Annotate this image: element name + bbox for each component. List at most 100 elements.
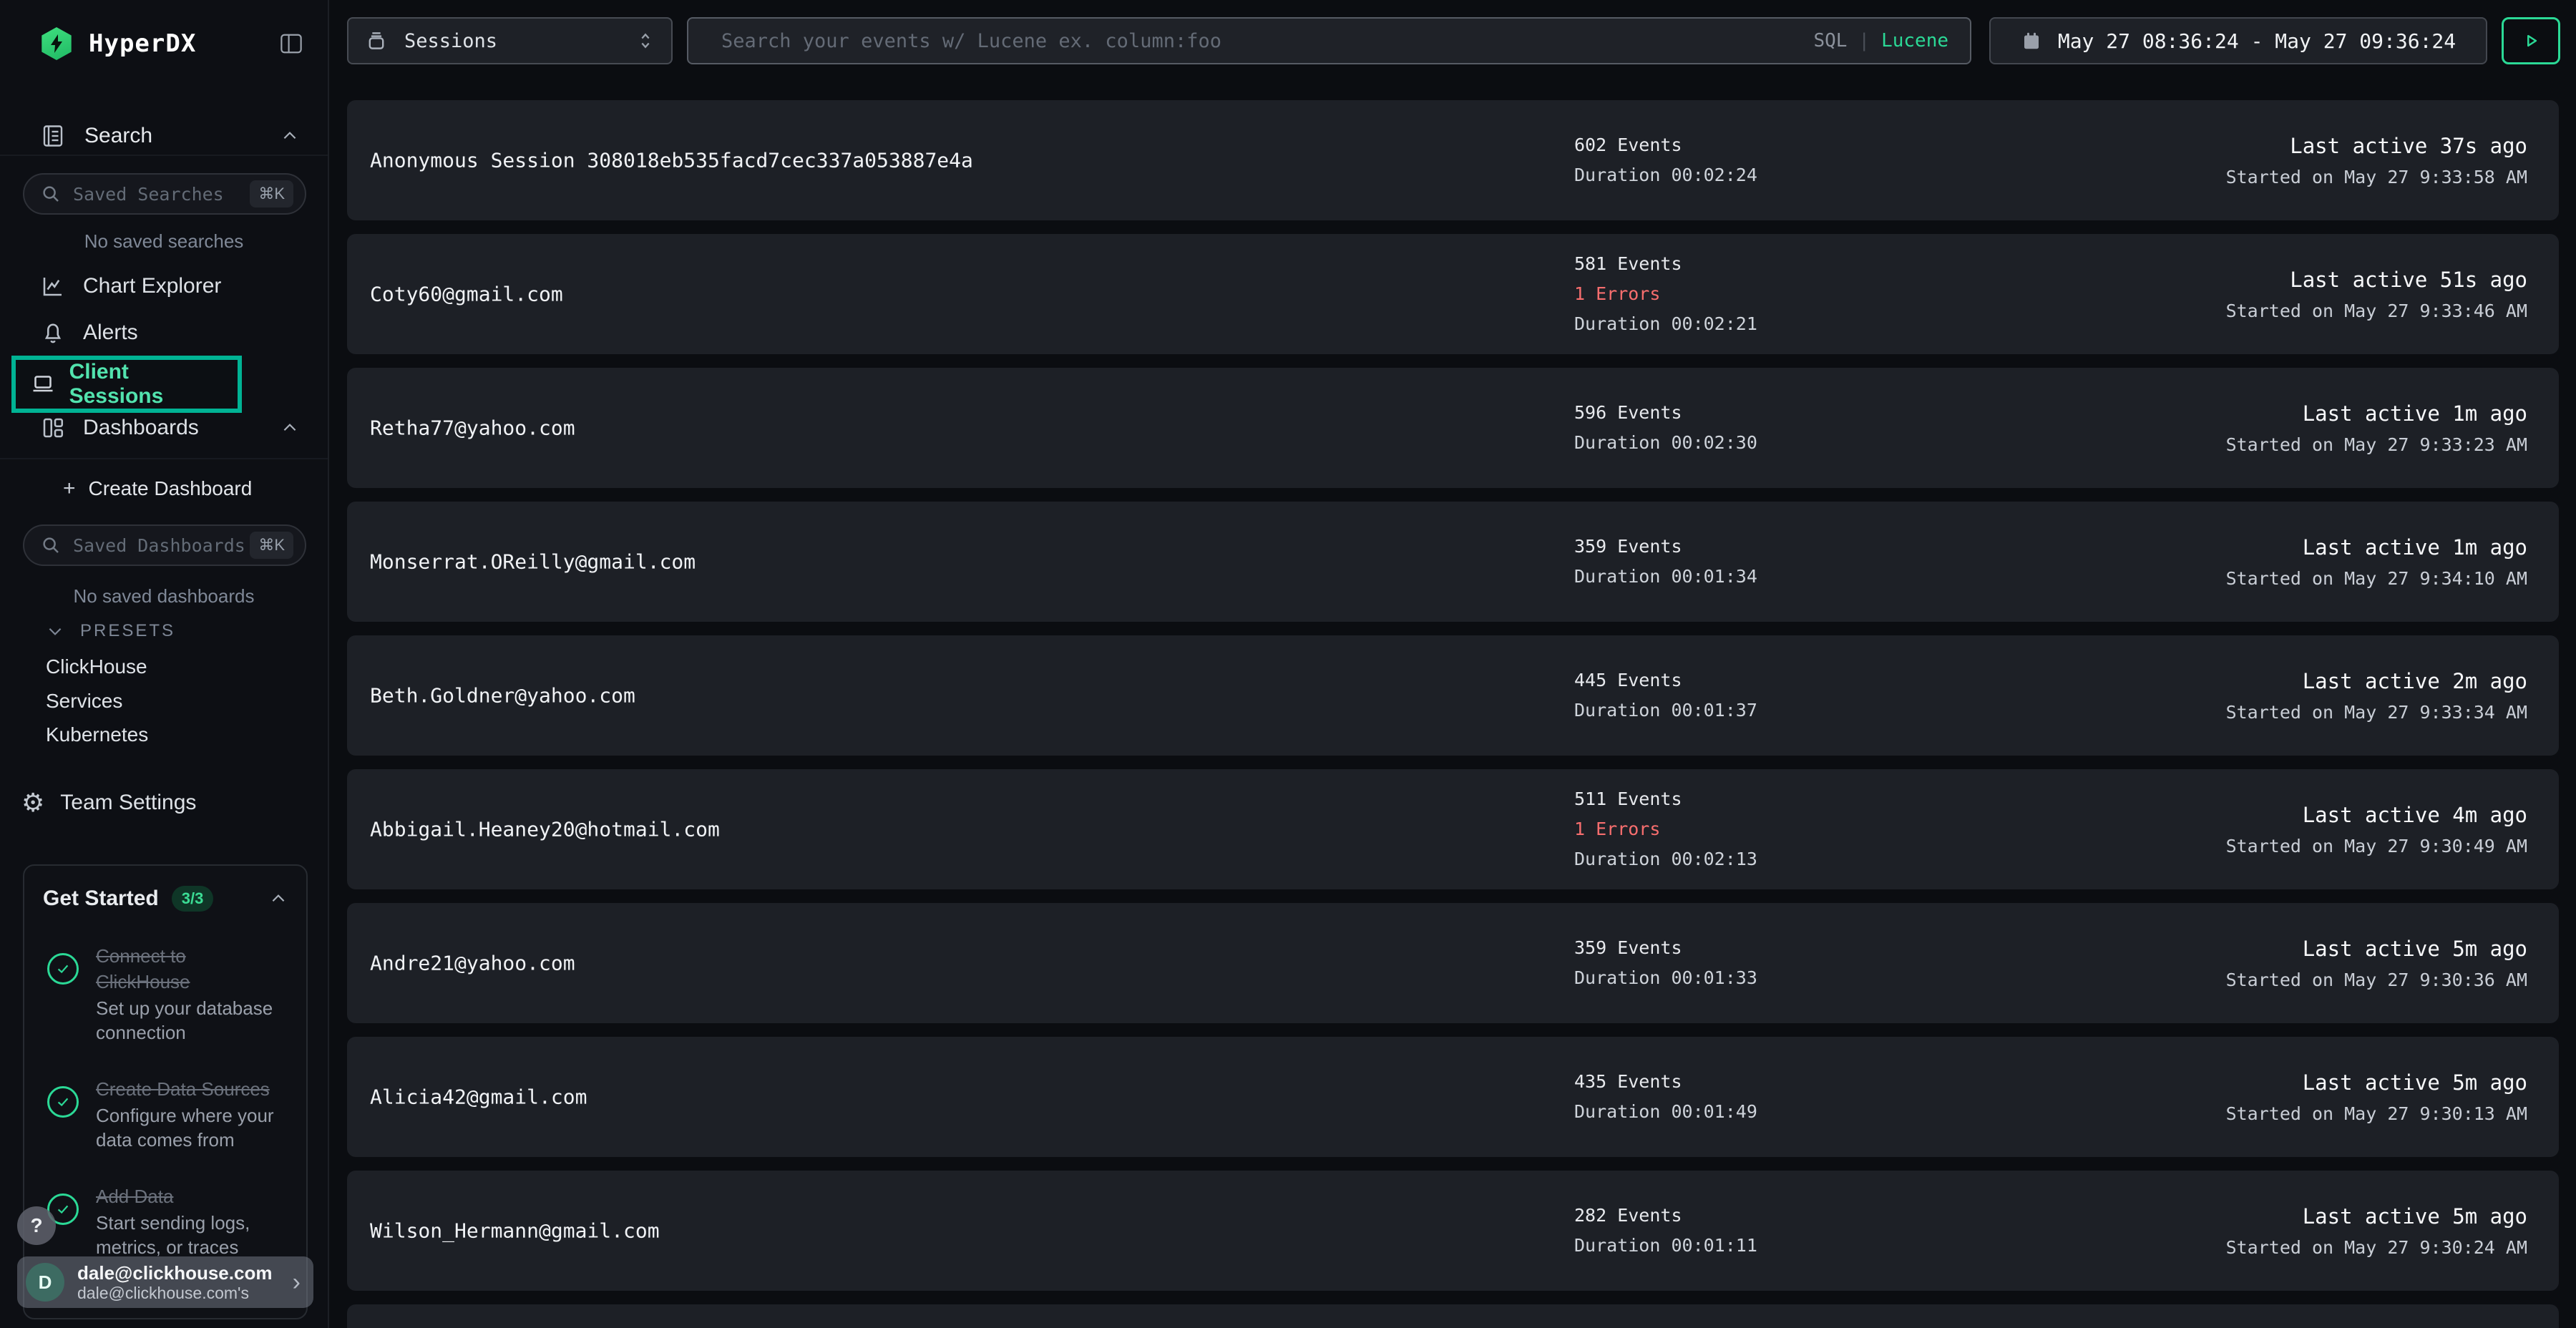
session-events-count: 282 Events	[1574, 1201, 1757, 1231]
chevron-down-icon	[46, 622, 64, 640]
sql-toggle[interactable]: SQL	[1813, 30, 1847, 52]
sidebar-item-client-sessions[interactable]: Client Sessions	[11, 356, 242, 413]
sidebar-item-chart-explorer[interactable]: Chart Explorer	[40, 273, 299, 299]
search-journal-icon	[40, 123, 66, 149]
session-activity: Last active 1m ago Started on May 27 9:3…	[2226, 530, 2527, 593]
session-started: Started on May 27 9:33:46 AM	[2226, 297, 2527, 326]
preset-services[interactable]: Services	[46, 690, 122, 713]
lucene-toggle[interactable]: Lucene	[1881, 30, 1948, 52]
user-team: dale@clickhouse.com's	[77, 1284, 293, 1303]
cmd-k-shortcut: ⌘K	[250, 180, 293, 208]
presets-label: PRESETS	[80, 621, 175, 641]
session-started: Started on May 27 9:33:58 AM	[2226, 163, 2527, 192]
app-title: HyperDX	[89, 29, 196, 58]
session-events-count: 596 Events	[1574, 398, 1757, 428]
session-stats: 359 Events Duration 00:01:34	[1574, 532, 1757, 592]
session-started: Started on May 27 9:30:24 AM	[2226, 1234, 2527, 1262]
session-stats: 435 Events Duration 00:01:49	[1574, 1067, 1757, 1127]
session-title: Andre21@yahoo.com	[370, 952, 575, 975]
get-started-step-connect[interactable]: Connect to ClickHouse Set up your databa…	[43, 943, 288, 1045]
session-row[interactable]: Wilson_Hermann@gmail.com 282 Events Dura…	[347, 1171, 2559, 1291]
session-row-partial[interactable]	[347, 1304, 2559, 1328]
sidebar-item-search[interactable]: Search	[40, 123, 299, 149]
chevron-up-icon[interactable]	[280, 127, 299, 145]
event-search-bar[interactable]: SQL | Lucene	[687, 17, 1971, 64]
session-duration: Duration 00:02:24	[1574, 160, 1757, 190]
session-stats: 602 Events Duration 00:02:24	[1574, 130, 1757, 190]
sidebar-item-alerts[interactable]: Alerts	[40, 320, 299, 346]
session-events-count: 359 Events	[1574, 532, 1757, 562]
session-stats: 596 Events Duration 00:02:30	[1574, 398, 1757, 458]
user-menu[interactable]: D dale@clickhouse.com dale@clickhouse.co…	[17, 1256, 313, 1308]
session-activity: Last active 5m ago Started on May 27 9:3…	[2226, 1199, 2527, 1262]
event-search-input[interactable]	[721, 30, 1813, 52]
session-row[interactable]: Retha77@yahoo.com 596 Events Duration 00…	[347, 368, 2559, 488]
session-duration: Duration 00:02:30	[1574, 428, 1757, 458]
no-saved-dashboards-text: No saved dashboards	[0, 585, 328, 607]
saved-searches-field[interactable]	[73, 184, 250, 205]
session-activity: Last active 4m ago Started on May 27 9:3…	[2226, 798, 2527, 861]
date-range-picker[interactable]: May 27 08:36:24 - May 27 09:36:24	[1989, 17, 2487, 64]
session-activity: Last active 1m ago Started on May 27 9:3…	[2226, 396, 2527, 459]
select-chevrons-icon	[635, 29, 655, 53]
no-saved-searches-text: No saved searches	[0, 230, 328, 253]
query-language-toggle[interactable]: SQL | Lucene	[1813, 30, 1948, 52]
session-row[interactable]: Coty60@gmail.com 581 Events 1 Errors Dur…	[347, 234, 2559, 354]
session-row[interactable]: Andre21@yahoo.com 359 Events Duration 00…	[347, 903, 2559, 1023]
session-started: Started on May 27 9:30:36 AM	[2226, 966, 2527, 995]
get-started-step-add-data[interactable]: Add Data Start sending logs, metrics, or…	[43, 1183, 288, 1259]
chevron-up-icon[interactable]	[280, 419, 299, 437]
step-description: Start sending logs, metrics, or traces	[96, 1211, 283, 1259]
session-activity: Last active 51s ago Started on May 27 9:…	[2226, 263, 2527, 326]
search-icon	[40, 534, 62, 556]
source-select[interactable]: Sessions	[347, 17, 673, 64]
session-started: Started on May 27 9:33:34 AM	[2226, 698, 2527, 727]
sidebar-item-dashboards[interactable]: Dashboards	[40, 415, 299, 441]
preset-clickhouse[interactable]: ClickHouse	[46, 655, 147, 678]
chart-icon	[40, 273, 69, 299]
session-duration: Duration 00:01:37	[1574, 695, 1757, 726]
session-title: Wilson_Hermann@gmail.com	[370, 1219, 660, 1243]
session-row[interactable]: Anonymous Session 308018eb535facd7cec337…	[347, 100, 2559, 220]
bell-icon	[40, 320, 69, 346]
preset-kubernetes[interactable]: Kubernetes	[46, 723, 148, 746]
sidebar-item-team-settings[interactable]: ⚙ Team Settings	[21, 790, 196, 816]
session-row[interactable]: Beth.Goldner@yahoo.com 445 Events Durati…	[347, 635, 2559, 756]
dashboards-grid-icon	[40, 415, 69, 441]
create-dashboard-button[interactable]: + Create Dashboard	[63, 477, 252, 501]
gear-icon: ⚙	[21, 790, 44, 816]
create-dashboard-label: Create Dashboard	[89, 477, 253, 500]
session-errors-count: 1 Errors	[1574, 279, 1757, 309]
divider	[0, 155, 328, 156]
saved-dashboards-input[interactable]: ⌘K	[23, 524, 306, 566]
collapse-sidebar-icon[interactable]	[279, 33, 303, 54]
session-last-active: Last active 5m ago	[2226, 1199, 2527, 1234]
session-title: Alicia42@gmail.com	[370, 1085, 587, 1109]
step-description: Configure where your data comes from	[96, 1103, 283, 1152]
session-last-active: Last active 5m ago	[2226, 932, 2527, 966]
session-title: Retha77@yahoo.com	[370, 416, 575, 440]
chevron-right-icon: ›	[293, 1270, 301, 1294]
session-row[interactable]: Alicia42@gmail.com 435 Events Duration 0…	[347, 1037, 2559, 1157]
get-started-header[interactable]: Get Started 3/3	[43, 886, 288, 912]
session-row[interactable]: Monserrat.OReilly@gmail.com 359 Events D…	[347, 502, 2559, 622]
sidebar-item-label: Client Sessions	[69, 360, 223, 409]
cmd-k-shortcut: ⌘K	[250, 532, 293, 559]
run-query-button[interactable]	[2502, 17, 2560, 64]
saved-searches-input[interactable]: ⌘K	[23, 173, 306, 215]
topbar: Sessions SQL | Lucene May 27 08:36:24 - …	[331, 0, 2576, 86]
get-started-step-sources[interactable]: Create Data Sources Configure where your…	[43, 1076, 288, 1152]
session-row[interactable]: Abbigail.Heaney20@hotmail.com 511 Events…	[347, 769, 2559, 889]
session-last-active: Last active 5m ago	[2226, 1065, 2527, 1100]
session-last-active: Last active 1m ago	[2226, 530, 2527, 565]
team-settings-label: Team Settings	[60, 791, 196, 815]
session-activity: Last active 2m ago Started on May 27 9:3…	[2226, 664, 2527, 727]
session-title: Coty60@gmail.com	[370, 283, 563, 306]
chevron-up-icon[interactable]	[269, 889, 288, 908]
help-button[interactable]: ?	[17, 1206, 56, 1245]
saved-dashboards-field[interactable]	[73, 535, 250, 556]
session-stats: 581 Events 1 Errors Duration 00:02:21	[1574, 249, 1757, 339]
source-select-value: Sessions	[404, 30, 497, 52]
presets-toggle[interactable]: PRESETS	[46, 621, 175, 641]
session-last-active: Last active 37s ago	[2226, 129, 2527, 163]
